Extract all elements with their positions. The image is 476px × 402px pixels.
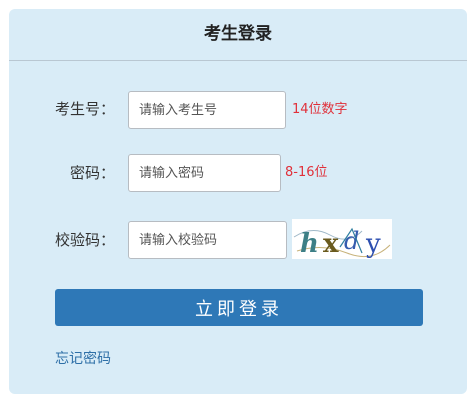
exam-id-label: 考生号： <box>54 100 115 118</box>
password-label: 密码： <box>69 164 115 182</box>
forgot-password-link[interactable]: 忘记密码 <box>55 349 111 369</box>
exam-id-hint: 14位数字 <box>292 102 348 117</box>
captcha-char-1: h <box>300 229 319 259</box>
captcha-graphic: h x d y <box>292 219 392 259</box>
captcha-label: 校验码： <box>54 231 115 249</box>
captcha-char-4: y <box>365 229 381 259</box>
title-divider <box>9 60 467 61</box>
captcha-image[interactable]: h x d y <box>292 219 392 259</box>
panel-title: 考生登录 <box>204 24 272 44</box>
login-button[interactable]: 立即登录 <box>55 289 423 326</box>
captcha-input[interactable] <box>128 221 287 259</box>
exam-id-input[interactable] <box>128 91 286 129</box>
password-input[interactable] <box>128 154 281 192</box>
login-panel: 考生登录 考生号： 14位数字 密码： 8-16位 校验码： h x d y 立… <box>9 9 467 394</box>
captcha-char-2: x <box>323 229 339 259</box>
password-hint: 8-16位 <box>285 165 328 180</box>
